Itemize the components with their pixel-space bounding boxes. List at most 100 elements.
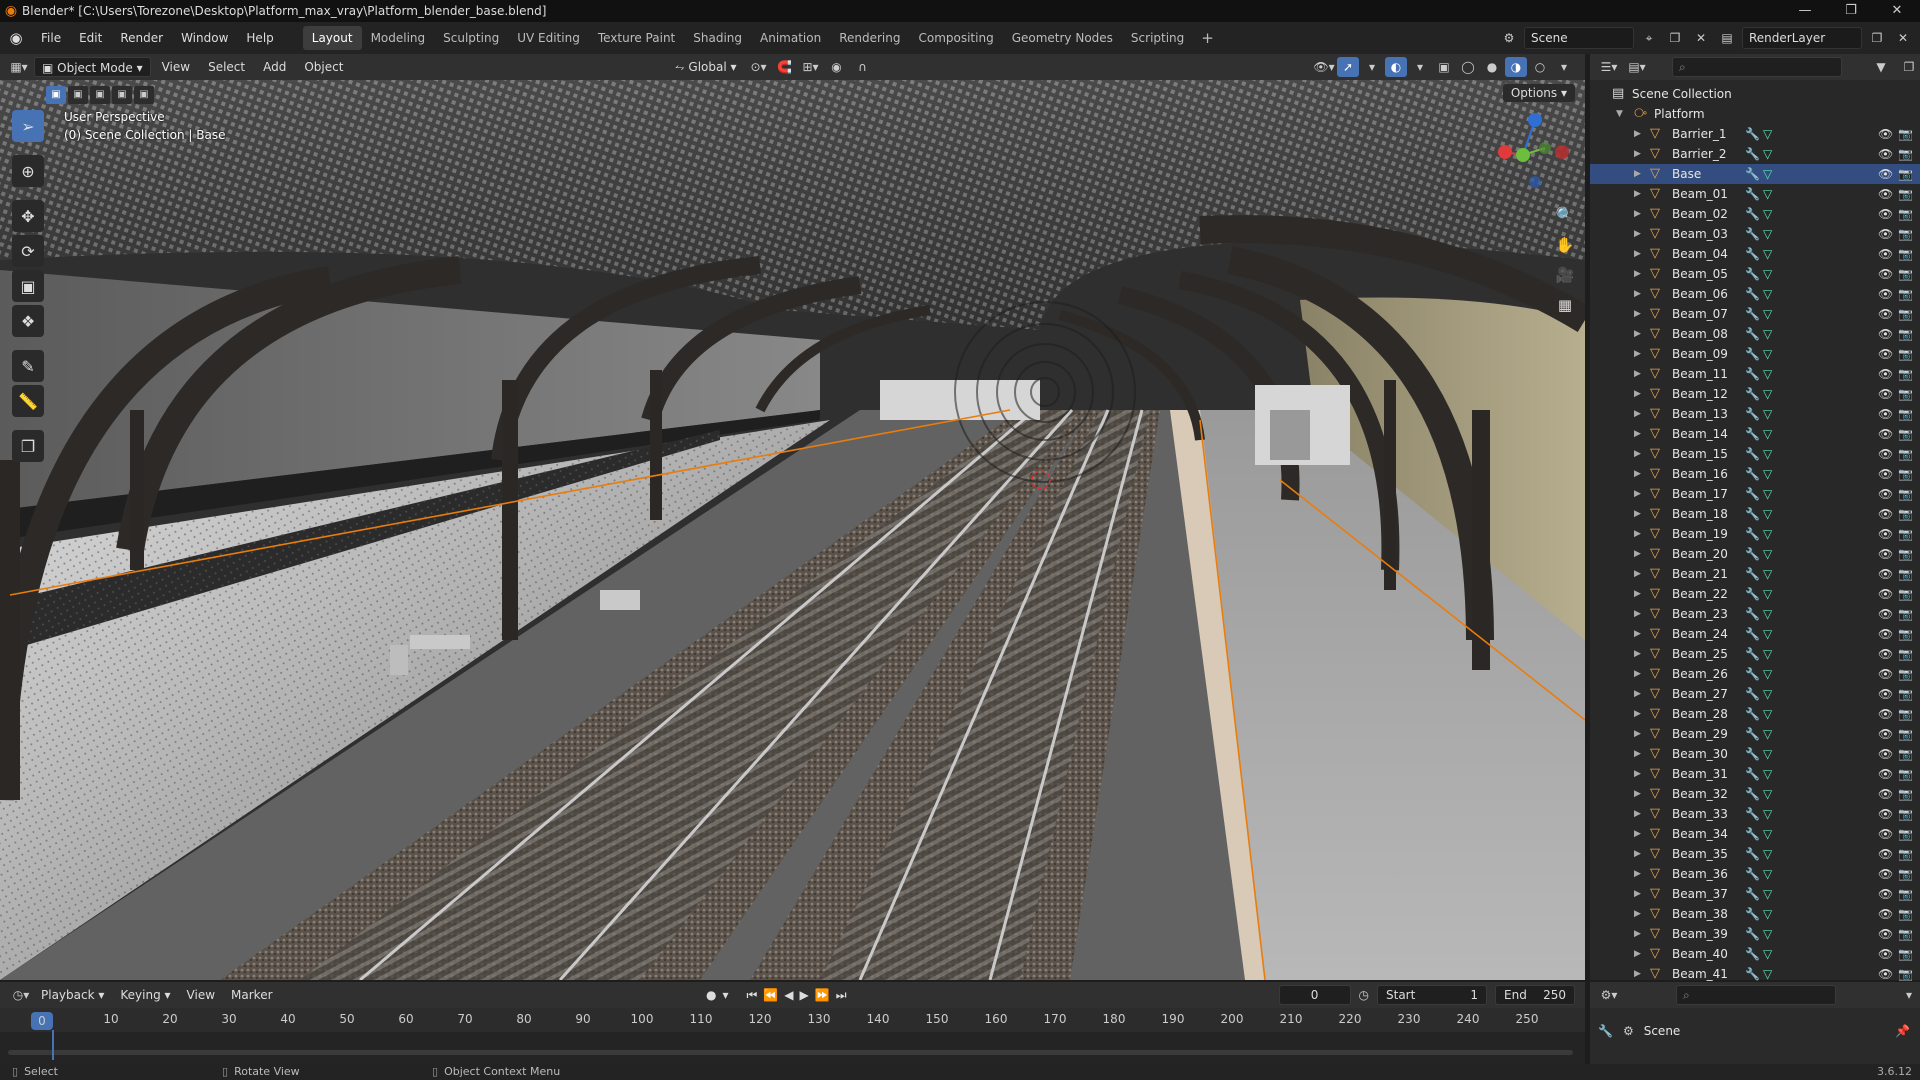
modifier-icon[interactable]: 🔧 bbox=[1745, 564, 1760, 584]
camera-icon[interactable]: 📷 bbox=[1898, 144, 1913, 164]
annotate-icon[interactable]: ✎ bbox=[12, 350, 44, 382]
camera-icon[interactable]: 📷 bbox=[1898, 224, 1913, 244]
outliner-item[interactable]: ▶ ▽ Beam_20 🔧 ▽ 👁 📷 bbox=[1590, 544, 1920, 564]
chevron-right-icon[interactable]: ▶ bbox=[1634, 464, 1641, 484]
camera-icon[interactable]: 📷 bbox=[1898, 484, 1913, 504]
chevron-right-icon[interactable]: ▶ bbox=[1634, 424, 1641, 444]
chevron-right-icon[interactable]: ▶ bbox=[1634, 844, 1641, 864]
move-icon[interactable]: ✥ bbox=[12, 200, 44, 232]
eye-icon[interactable]: 👁 bbox=[1878, 184, 1893, 204]
chevron-right-icon[interactable]: ▶ bbox=[1634, 704, 1641, 724]
eye-icon[interactable]: 👁 bbox=[1878, 864, 1893, 884]
outliner-item[interactable]: ▶ ▽ Beam_21 🔧 ▽ 👁 📷 bbox=[1590, 564, 1920, 584]
camera-icon[interactable]: 📷 bbox=[1898, 564, 1913, 584]
measure-icon[interactable]: 📏 bbox=[12, 385, 44, 417]
outliner-item[interactable]: ▶ ▽ Beam_18 🔧 ▽ 👁 📷 bbox=[1590, 504, 1920, 524]
chevron-right-icon[interactable]: ▶ bbox=[1634, 484, 1641, 504]
eye-icon[interactable]: 👁 bbox=[1878, 144, 1893, 164]
modifier-icon[interactable]: 🔧 bbox=[1745, 384, 1760, 404]
mesh-data-icon[interactable]: ▽ bbox=[1763, 904, 1772, 924]
options-dropdown[interactable]: Options ▾ bbox=[1502, 84, 1575, 102]
mesh-data-icon[interactable]: ▽ bbox=[1763, 624, 1772, 644]
camera-icon[interactable]: 📷 bbox=[1898, 784, 1913, 804]
gizmo-icon[interactable]: ➚ bbox=[1337, 57, 1359, 77]
eye-icon[interactable]: 👁 bbox=[1878, 544, 1893, 564]
camera-icon[interactable]: 📷 bbox=[1898, 644, 1913, 664]
outliner-item[interactable]: ▶ ▽ Beam_03 🔧 ▽ 👁 📷 bbox=[1590, 224, 1920, 244]
outliner-search-input[interactable]: ⌕ bbox=[1672, 57, 1842, 77]
chevron-right-icon[interactable]: ▶ bbox=[1634, 684, 1641, 704]
mesh-data-icon[interactable]: ▽ bbox=[1763, 884, 1772, 904]
camera-icon[interactable]: 📷 bbox=[1898, 424, 1913, 444]
eye-icon[interactable]: 👁 bbox=[1878, 604, 1893, 624]
mesh-data-icon[interactable]: ▽ bbox=[1763, 584, 1772, 604]
eye-icon[interactable]: 👁 bbox=[1878, 944, 1893, 964]
chevron-right-icon[interactable]: ▶ bbox=[1634, 784, 1641, 804]
mesh-data-icon[interactable]: ▽ bbox=[1763, 824, 1772, 844]
camera-icon[interactable]: 📷 bbox=[1898, 244, 1913, 264]
pin-props-icon[interactable]: 📌 bbox=[1895, 1024, 1910, 1038]
camera-view-icon[interactable]: 🎥 bbox=[1553, 262, 1577, 288]
chevron-right-icon[interactable]: ▶ bbox=[1634, 504, 1641, 524]
transform-orientation-dropdown[interactable]: ⥊ Global ▾ bbox=[668, 57, 744, 77]
outliner-item[interactable]: ▶ ▽ Beam_01 🔧 ▽ 👁 📷 bbox=[1590, 184, 1920, 204]
new-view-layer-icon[interactable]: ❐ bbox=[1866, 27, 1888, 49]
camera-icon[interactable]: 📷 bbox=[1898, 284, 1913, 304]
properties-tools-icon[interactable]: 🔧 bbox=[1598, 1024, 1613, 1038]
outliner-item[interactable]: ▶ ▽ Beam_29 🔧 ▽ 👁 📷 bbox=[1590, 724, 1920, 744]
eye-icon[interactable]: 👁 bbox=[1878, 964, 1893, 984]
camera-icon[interactable]: 📷 bbox=[1898, 844, 1913, 864]
rendered-shading-icon[interactable]: ○ bbox=[1529, 57, 1551, 77]
menu-add[interactable]: Add bbox=[256, 57, 293, 77]
select-intersect-icon[interactable]: ▣ bbox=[134, 86, 154, 104]
outliner-item[interactable]: ▶ ▽ Beam_33 🔧 ▽ 👁 📷 bbox=[1590, 804, 1920, 824]
start-frame-field[interactable]: Start 1 bbox=[1377, 985, 1487, 1005]
mesh-data-icon[interactable]: ▽ bbox=[1763, 224, 1772, 244]
eye-icon[interactable]: 👁 bbox=[1878, 924, 1893, 944]
mesh-data-icon[interactable]: ▽ bbox=[1763, 684, 1772, 704]
cursor-icon[interactable]: ⊕ bbox=[12, 155, 44, 187]
mesh-data-icon[interactable]: ▽ bbox=[1763, 944, 1772, 964]
mesh-data-icon[interactable]: ▽ bbox=[1763, 384, 1772, 404]
mesh-data-icon[interactable]: ▽ bbox=[1763, 704, 1772, 724]
gizmo-dropdown-icon[interactable]: ▾ bbox=[1361, 57, 1383, 77]
3d-viewport[interactable]: ▣ ▣ ▣ ▣ ▣ User Perspective (0) Scene Col… bbox=[0, 80, 1585, 980]
outliner-item[interactable]: ▶ ▽ Beam_36 🔧 ▽ 👁 📷 bbox=[1590, 864, 1920, 884]
filter-icon[interactable]: ▼ bbox=[1870, 57, 1892, 77]
camera-icon[interactable]: 📷 bbox=[1898, 684, 1913, 704]
chevron-right-icon[interactable]: ▶ bbox=[1634, 664, 1641, 684]
clock-icon[interactable]: ◷ bbox=[1359, 985, 1369, 1005]
scene-icon[interactable]: ⚙ bbox=[1498, 27, 1520, 49]
chevron-right-icon[interactable]: ▶ bbox=[1634, 564, 1641, 584]
camera-icon[interactable]: 📷 bbox=[1898, 604, 1913, 624]
wireframe-shading-icon[interactable]: ◯ bbox=[1457, 57, 1479, 77]
modifier-icon[interactable]: 🔧 bbox=[1745, 724, 1760, 744]
mesh-data-icon[interactable]: ▽ bbox=[1763, 784, 1772, 804]
eye-icon[interactable]: 👁 bbox=[1878, 524, 1893, 544]
outliner-editor-icon[interactable]: ☰▾ bbox=[1598, 57, 1620, 77]
outliner-item[interactable]: ▶ ▽ Base 🔧 ▽ 👁 📷 bbox=[1590, 164, 1920, 184]
menu-timeline-view[interactable]: View bbox=[180, 985, 222, 1005]
collection-row[interactable]: ▼ ⧂ Platform bbox=[1590, 104, 1920, 124]
outliner-item[interactable]: ▶ ▽ Beam_17 🔧 ▽ 👁 📷 bbox=[1590, 484, 1920, 504]
mesh-data-icon[interactable]: ▽ bbox=[1763, 764, 1772, 784]
chevron-right-icon[interactable]: ▶ bbox=[1634, 404, 1641, 424]
mesh-data-icon[interactable]: ▽ bbox=[1763, 964, 1772, 984]
menu-help[interactable]: Help bbox=[237, 22, 282, 54]
overlay-icon[interactable]: ◐ bbox=[1385, 57, 1407, 77]
modifier-icon[interactable]: 🔧 bbox=[1745, 324, 1760, 344]
outliner-item[interactable]: ▶ ▽ Beam_25 🔧 ▽ 👁 📷 bbox=[1590, 644, 1920, 664]
camera-icon[interactable]: 📷 bbox=[1898, 504, 1913, 524]
outliner-item[interactable]: ▶ ▽ Beam_39 🔧 ▽ 👁 📷 bbox=[1590, 924, 1920, 944]
falloff-icon[interactable]: ∩ bbox=[852, 57, 874, 77]
modifier-icon[interactable]: 🔧 bbox=[1745, 684, 1760, 704]
mesh-data-icon[interactable]: ▽ bbox=[1763, 404, 1772, 424]
mesh-data-icon[interactable]: ▽ bbox=[1763, 284, 1772, 304]
proportional-edit-icon[interactable]: ◉ bbox=[826, 57, 848, 77]
outliner-item[interactable]: ▶ ▽ Beam_07 🔧 ▽ 👁 📷 bbox=[1590, 304, 1920, 324]
modifier-icon[interactable]: 🔧 bbox=[1745, 904, 1760, 924]
camera-icon[interactable]: 📷 bbox=[1898, 204, 1913, 224]
camera-icon[interactable]: 📷 bbox=[1898, 864, 1913, 884]
camera-icon[interactable]: 📷 bbox=[1898, 944, 1913, 964]
modifier-icon[interactable]: 🔧 bbox=[1745, 484, 1760, 504]
